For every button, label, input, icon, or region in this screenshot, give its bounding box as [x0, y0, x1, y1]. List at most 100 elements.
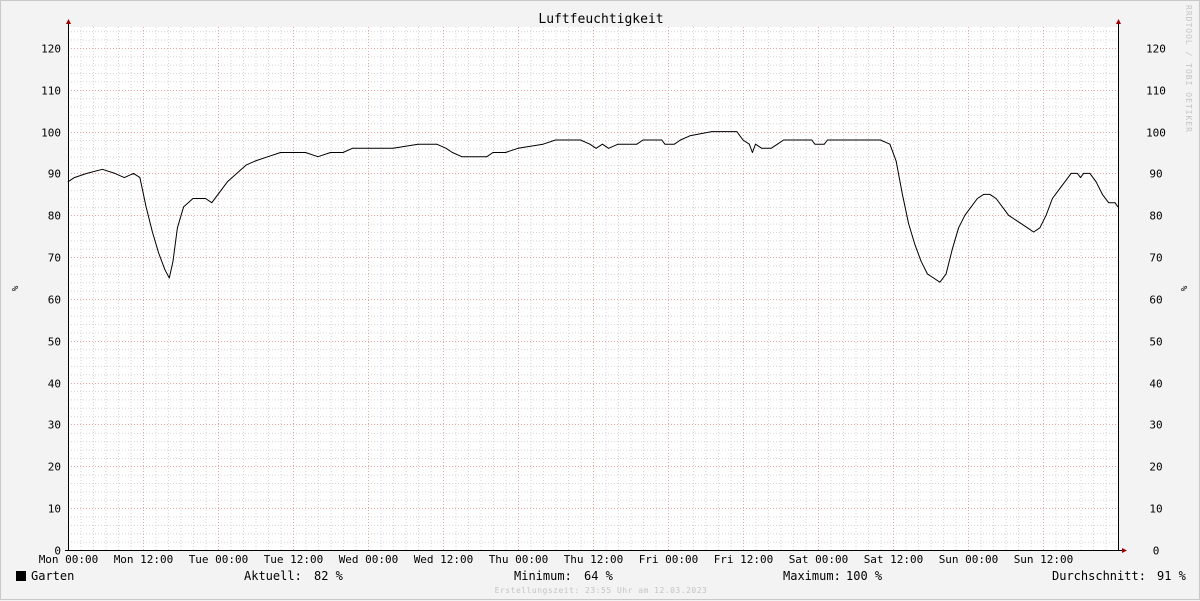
data-point — [939, 281, 941, 283]
data-point — [1014, 219, 1016, 220]
data-point — [139, 177, 141, 179]
data-point — [517, 147, 519, 149]
x-tick-label: Sat 12:00 — [864, 553, 924, 566]
y-tick-label-right: 30 — [1149, 419, 1162, 432]
data-point — [542, 143, 544, 145]
x-tick-label: Wed 00:00 — [339, 553, 399, 566]
data-point — [245, 164, 247, 166]
data-point — [236, 173, 238, 174]
y-tick-label-right: 80 — [1149, 210, 1162, 223]
data-point — [823, 143, 825, 145]
data-point — [927, 273, 928, 275]
y-tick-label-right: 100 — [1146, 127, 1166, 140]
data-point — [608, 147, 609, 149]
y-tick-label-right: 50 — [1149, 336, 1162, 349]
data-point — [492, 152, 494, 153]
data-point — [1052, 198, 1053, 199]
data-point — [1033, 231, 1034, 233]
data-point — [158, 252, 160, 254]
data-point — [227, 181, 228, 183]
data-point — [736, 131, 738, 133]
legend-min-value: 64 % — [584, 569, 613, 583]
data-point — [73, 177, 75, 179]
legend-avg-value: 91 % — [1157, 569, 1186, 583]
data-point — [661, 139, 663, 141]
data-point — [1114, 202, 1116, 204]
data-point — [908, 223, 909, 225]
data-point — [330, 152, 331, 153]
data-point — [895, 160, 897, 162]
data-point — [945, 273, 947, 275]
data-point — [642, 139, 644, 141]
data-point — [680, 139, 681, 141]
data-point — [1008, 214, 1009, 216]
data-point — [964, 214, 966, 216]
y-tick-label-right: 110 — [1146, 85, 1166, 98]
data-point — [172, 260, 174, 262]
data-point — [664, 143, 666, 145]
legend-series-name: Garten — [31, 569, 75, 583]
y-axis-left-arrow — [66, 19, 71, 24]
data-point — [755, 143, 756, 145]
legend-max-value: 100 % — [846, 569, 883, 583]
x-tick-label: Tue 12:00 — [264, 553, 324, 566]
data-point — [123, 177, 125, 179]
x-axis-arrow — [1122, 548, 1127, 553]
data-point — [152, 231, 153, 233]
x-tick-label: Thu 00:00 — [489, 553, 549, 566]
chart-canvas: 0 010 1020 2030 3040 4050 5060 6070 7080 8090 9010… — [9, 19, 1188, 566]
data-point — [133, 173, 135, 174]
y-tick-label-left: 120 — [41, 43, 61, 56]
data-point — [267, 156, 269, 158]
data-point — [1039, 227, 1041, 229]
data-point — [183, 206, 185, 208]
y-tick-label-left: 50 — [48, 336, 61, 349]
data-point — [761, 147, 763, 149]
y-tick-label-right: 90 — [1149, 168, 1162, 181]
data-point — [317, 156, 319, 158]
data-point — [1083, 173, 1084, 174]
data-point — [192, 198, 194, 199]
x-tick-label: Tue 00:00 — [189, 553, 249, 566]
data-point — [436, 143, 438, 145]
y-tick-label-left: 100 — [41, 127, 61, 140]
data-point — [255, 160, 256, 162]
data-point — [811, 139, 813, 141]
data-point — [770, 147, 772, 149]
data-point — [1080, 177, 1081, 179]
legend-avg-label: Durchschnitt: — [1052, 569, 1146, 583]
data-point — [617, 143, 619, 145]
data-point — [814, 143, 816, 145]
data-point — [505, 152, 506, 153]
data-point — [752, 152, 753, 153]
data-point — [352, 147, 353, 149]
data-point — [595, 147, 597, 149]
data-point — [914, 244, 916, 246]
y-tick-label-left: 70 — [48, 252, 61, 265]
data-point — [989, 194, 991, 195]
data-point — [461, 156, 463, 158]
data-point — [1095, 181, 1097, 183]
data-point — [1108, 202, 1109, 204]
y-tick-label-right: 70 — [1149, 252, 1162, 265]
data-point — [305, 152, 306, 153]
data-point — [983, 194, 984, 195]
y-tick-label-left: 20 — [48, 461, 61, 474]
data-point — [933, 277, 934, 279]
data-point — [1077, 173, 1078, 174]
data-point — [602, 143, 603, 145]
x-tick-label: Sun 00:00 — [939, 553, 999, 566]
y-tick-label-left: 40 — [48, 378, 61, 391]
x-tick-label: Fri 00:00 — [639, 553, 699, 566]
y-tick-label-right: 60 — [1149, 294, 1162, 307]
data-point — [86, 173, 88, 174]
x-tick-label: Fri 12:00 — [714, 553, 774, 566]
data-point — [555, 139, 556, 141]
data-point — [580, 139, 581, 141]
legend-current-value: 82 % — [314, 569, 343, 583]
data-point — [67, 181, 69, 183]
data-point — [742, 139, 744, 141]
legend-current-label: Aktuell: — [244, 569, 302, 583]
y-tick-label-right: 120 — [1146, 43, 1166, 56]
data-point — [342, 152, 344, 153]
